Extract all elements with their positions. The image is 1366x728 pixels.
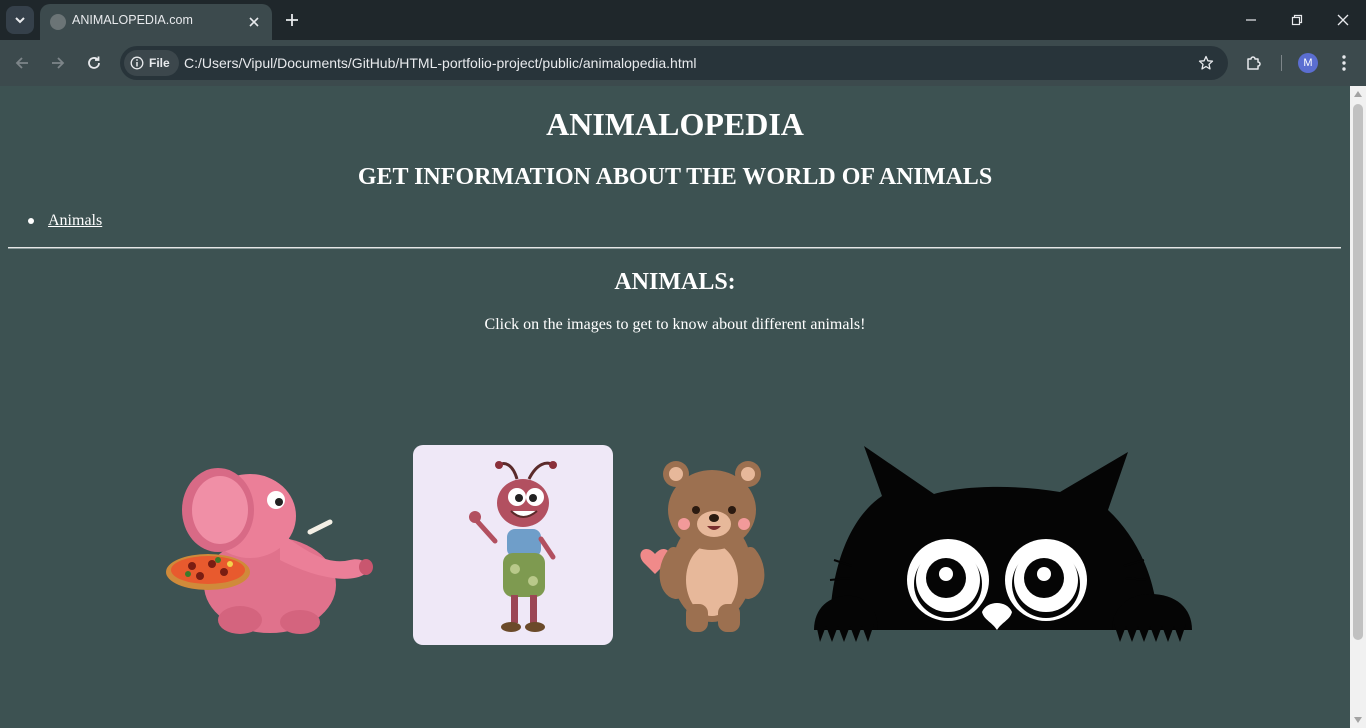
scrollbar-thumb[interactable] [1353,104,1363,640]
triangle-up-icon [1354,91,1362,97]
reload-button[interactable] [80,49,108,77]
more-vertical-icon [1342,55,1346,71]
active-tab[interactable]: ANIMALOPEDIA.com [40,4,272,40]
extensions-button[interactable] [1242,51,1266,75]
scroll-down-button[interactable] [1350,712,1366,728]
tab-title: ANIMALOPEDIA.com [72,13,193,27]
address-bar[interactable]: File C:/Users/Vipul/Documents/GitHub/HTM… [120,46,1228,80]
puzzle-icon [1247,56,1261,70]
minimize-button[interactable] [1228,0,1274,40]
plus-icon [286,14,298,26]
pink-elephant-with-pizza-icon [166,468,373,634]
info-icon [130,56,144,70]
section-title: ANIMALS: [614,269,736,295]
scroll-up-button[interactable] [1350,86,1366,102]
chevron-down-icon [15,17,25,24]
close-icon [249,17,259,27]
ant-image[interactable] [413,445,613,645]
restore-icon [1291,14,1303,26]
instruction-text: Click on the images to get to know about… [484,316,866,333]
teddy-bear-with-heart-icon [640,461,765,632]
site-info-label: File [149,56,170,70]
forward-button[interactable] [44,49,72,77]
arrow-right-icon [52,57,65,69]
close-window-button[interactable] [1320,0,1366,40]
browser-menu-button[interactable] [1332,51,1356,75]
page-viewport: ANIMALOPEDIA GET INFORMATION ABOUT THE W… [0,86,1350,728]
site-info-chip[interactable]: File [124,50,179,76]
triangle-down-icon [1354,717,1362,723]
tab-search-button[interactable] [6,6,34,34]
restore-button[interactable] [1274,0,1320,40]
minimize-icon [1246,19,1256,21]
horizontal-divider [8,247,1341,249]
bookmark-button[interactable] [1196,53,1216,73]
close-icon [1337,14,1349,26]
bear-image[interactable] [640,454,770,636]
toolbar-divider [1281,55,1282,71]
vertical-scrollbar[interactable] [1350,86,1366,728]
nav-link-animals[interactable]: Animals [48,212,102,230]
new-tab-button[interactable] [280,8,304,32]
list-bullet [28,218,34,224]
tab-close-button[interactable] [244,12,264,32]
globe-icon [50,14,66,30]
browser-toolbar: File C:/Users/Vipul/Documents/GitHub/HTM… [0,40,1366,86]
profile-avatar[interactable]: M [1298,53,1318,73]
elephant-image[interactable] [160,460,376,640]
page-title: ANIMALOPEDIA [546,106,804,142]
url-text[interactable]: C:/Users/Vipul/Documents/GitHub/HTML-por… [184,55,697,71]
back-button[interactable] [8,49,36,77]
tab-strip: ANIMALOPEDIA.com [0,0,1366,40]
page-subtitle: GET INFORMATION ABOUT THE WORLD OF ANIMA… [357,164,993,190]
peeking-black-cat-icon [814,446,1192,642]
arrow-left-icon [15,57,28,69]
cat-image[interactable] [812,444,1196,646]
reload-icon [88,56,100,69]
star-icon [1198,55,1214,70]
